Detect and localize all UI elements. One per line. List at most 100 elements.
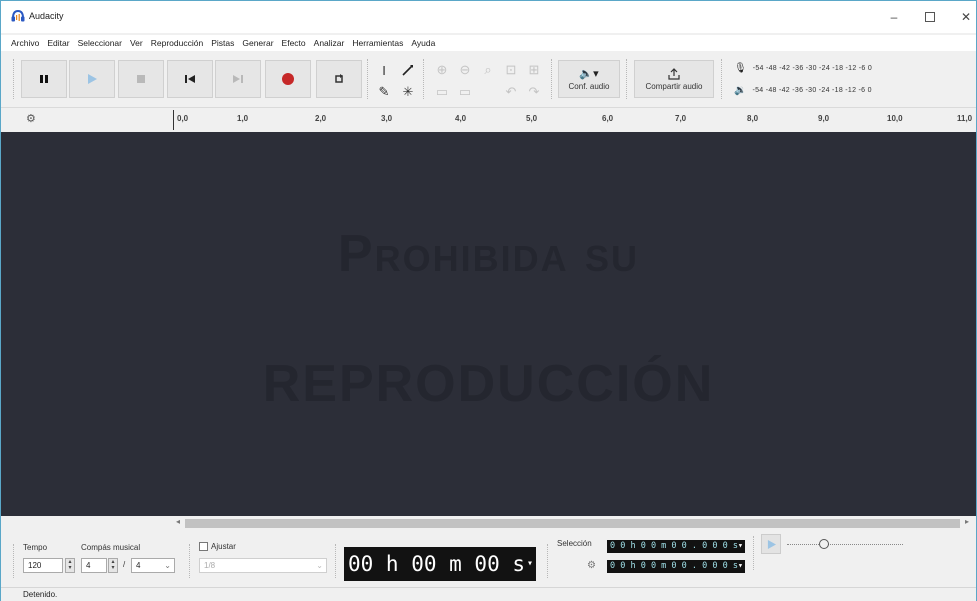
share-audio-button[interactable]: Compartir audio [634, 60, 714, 98]
skip-to-start-button[interactable] [167, 60, 213, 98]
playback-speed-slider[interactable] [787, 544, 903, 546]
chevron-down-icon: ⌄ [164, 561, 171, 570]
draw-tool-icon[interactable]: ✎ [375, 83, 393, 101]
maximize-icon[interactable] [915, 7, 945, 27]
toolbar-grip[interactable] [423, 59, 426, 99]
time-display[interactable]: 00 h 00 m 00 s ▾ [344, 547, 536, 581]
speaker-icon: 🔉 [734, 84, 747, 96]
undo-icon[interactable]: ↶ [502, 83, 520, 101]
playhead-marker [173, 110, 174, 130]
silence-icon[interactable]: ▭ [456, 83, 474, 101]
time-signature-label: Compás musical [81, 543, 141, 552]
playback-speed-handle[interactable] [819, 539, 829, 549]
track-area[interactable]: Prohibida su reproducción [1, 132, 976, 516]
play-at-speed-button[interactable] [761, 534, 781, 554]
selection-start-value: 0 0 h 0 0 m 0 0 . 0 0 0 s [610, 541, 738, 551]
tick-label: 2,0 [315, 114, 327, 123]
selection-start-field[interactable]: 0 0 h 0 0 m 0 0 . 0 0 0 s ▾ [607, 540, 745, 553]
close-icon[interactable]: ✕ [951, 7, 977, 27]
horizontal-scrollbar[interactable]: ◂ ▸ [1, 516, 976, 530]
pause-icon [40, 75, 48, 83]
fit-project-icon[interactable]: ⊡ [502, 61, 520, 79]
minimize-icon[interactable]: – [879, 7, 909, 27]
snap-select[interactable]: 1/8 ⌄ [199, 558, 327, 573]
toolbar-grip[interactable] [13, 59, 16, 99]
tick-label: 11,0 [957, 114, 973, 123]
menu-ver[interactable]: Ver [130, 38, 143, 48]
time-signature-upper-input[interactable]: 4 [81, 558, 107, 573]
timeline-ruler[interactable]: ⚙ 0,0 1,0 2,0 3,0 4,0 5,0 6,0 7,0 8,0 9,… [1, 107, 976, 131]
envelope-tool-icon[interactable] [399, 61, 417, 79]
toolbar-grip[interactable] [335, 544, 338, 578]
scroll-left-arrow-icon[interactable]: ◂ [176, 517, 180, 526]
tempo-stepper[interactable]: ▴ ▾ [65, 558, 75, 573]
tempo-input[interactable]: 120 [23, 558, 63, 573]
scroll-right-arrow-icon[interactable]: ▸ [965, 517, 969, 526]
time-signature-lower-select[interactable]: 4 ⌄ [131, 558, 175, 573]
menu-herramientas[interactable]: Herramientas [352, 38, 403, 48]
pause-button[interactable] [21, 60, 67, 98]
menu-ayuda[interactable]: Ayuda [411, 38, 435, 48]
menu-generar[interactable]: Generar [242, 38, 273, 48]
toolbar-grip[interactable] [189, 544, 192, 578]
toolbar-grip[interactable] [551, 59, 554, 99]
watermark-line-1: Prohibida su [337, 225, 640, 283]
trim-icon[interactable]: ▭ [433, 83, 451, 101]
gear-icon[interactable]: ⚙ [26, 112, 36, 125]
playback-meter[interactable]: 🔉 -54 -48 -42 -36 -30 -24 -18 -12 -6 0 [734, 80, 974, 100]
recording-meter[interactable]: 🎙 -54 -48 -42 -36 -30 -24 -18 -12 -6 0 [734, 58, 974, 78]
stop-button[interactable] [118, 60, 164, 98]
toolbar-grip[interactable] [626, 59, 629, 99]
status-text: Detenido. [23, 590, 58, 599]
tick-label: 4,0 [455, 114, 467, 123]
menu-reproduccion[interactable]: Reproducción [151, 38, 203, 48]
tick-label: 0,0 [177, 114, 189, 123]
tick-label: 7,0 [675, 114, 687, 123]
title-bar: Audacity – ✕ [1, 1, 976, 33]
zoom-out-icon[interactable]: ⊖ [456, 61, 474, 79]
redo-icon[interactable]: ↷ [525, 83, 543, 101]
loop-button[interactable] [316, 60, 362, 98]
stop-icon [137, 75, 145, 83]
play-icon [767, 539, 776, 549]
loop-icon [335, 74, 343, 83]
menu-seleccionar[interactable]: Seleccionar [78, 38, 122, 48]
tick-label: 3,0 [381, 114, 393, 123]
toolbar-grip[interactable] [13, 544, 16, 578]
toolbar-grip[interactable] [547, 544, 550, 578]
headphones-icon [11, 10, 25, 22]
chevron-down-icon: ▾ [526, 558, 533, 569]
toolbar: I ✎ ✳ ⊕ ⊖ ⌕ ⊡ ⊞ ▭ ▭ ↶ ↷ 🔈▾ Conf. audio C… [1, 53, 976, 105]
snap-checkbox[interactable] [199, 542, 208, 551]
selection-tool-icon[interactable]: I [375, 61, 393, 79]
menu-analizar[interactable]: Analizar [314, 38, 345, 48]
play-button[interactable] [69, 60, 115, 98]
menu-efecto[interactable]: Efecto [282, 38, 306, 48]
recording-meter-scale: -54 -48 -42 -36 -30 -24 -18 -12 -6 0 [752, 64, 873, 72]
toolbar-grip[interactable] [721, 59, 724, 99]
selection-end-field[interactable]: 0 0 h 0 0 m 0 0 . 0 0 0 s ▾ [607, 560, 745, 573]
record-button[interactable] [265, 60, 311, 98]
time-signature-stepper[interactable]: ▴ ▾ [108, 558, 118, 573]
record-icon [282, 73, 294, 85]
audio-setup-button[interactable]: 🔈▾ Conf. audio [558, 60, 620, 98]
fit-selection-icon[interactable]: ⌕ [479, 61, 497, 79]
time-signature-lower-value: 4 [136, 561, 141, 570]
multi-tool-icon[interactable]: ✳ [399, 83, 417, 101]
tick-label: 6,0 [602, 114, 614, 123]
scrollbar-thumb[interactable] [185, 519, 960, 528]
toolbar-grip[interactable] [753, 536, 756, 570]
menu-pistas[interactable]: Pistas [211, 38, 234, 48]
gear-icon[interactable]: ⚙ [587, 560, 596, 571]
zoom-toggle-icon[interactable]: ⊞ [525, 61, 543, 79]
zoom-in-icon[interactable]: ⊕ [433, 61, 451, 79]
menu-editar[interactable]: Editar [47, 38, 69, 48]
skip-to-end-button[interactable] [215, 60, 261, 98]
speaker-icon: 🔈▾ [579, 68, 599, 80]
window-title: Audacity [29, 11, 64, 21]
playback-meter-scale: -54 -48 -42 -36 -30 -24 -18 -12 -6 0 [752, 86, 872, 94]
watermark-line-2: reproducción [262, 355, 715, 413]
toolbar-grip[interactable] [367, 59, 370, 99]
chevron-down-icon: ▾ [737, 541, 743, 551]
menu-archivo[interactable]: Archivo [11, 38, 39, 48]
